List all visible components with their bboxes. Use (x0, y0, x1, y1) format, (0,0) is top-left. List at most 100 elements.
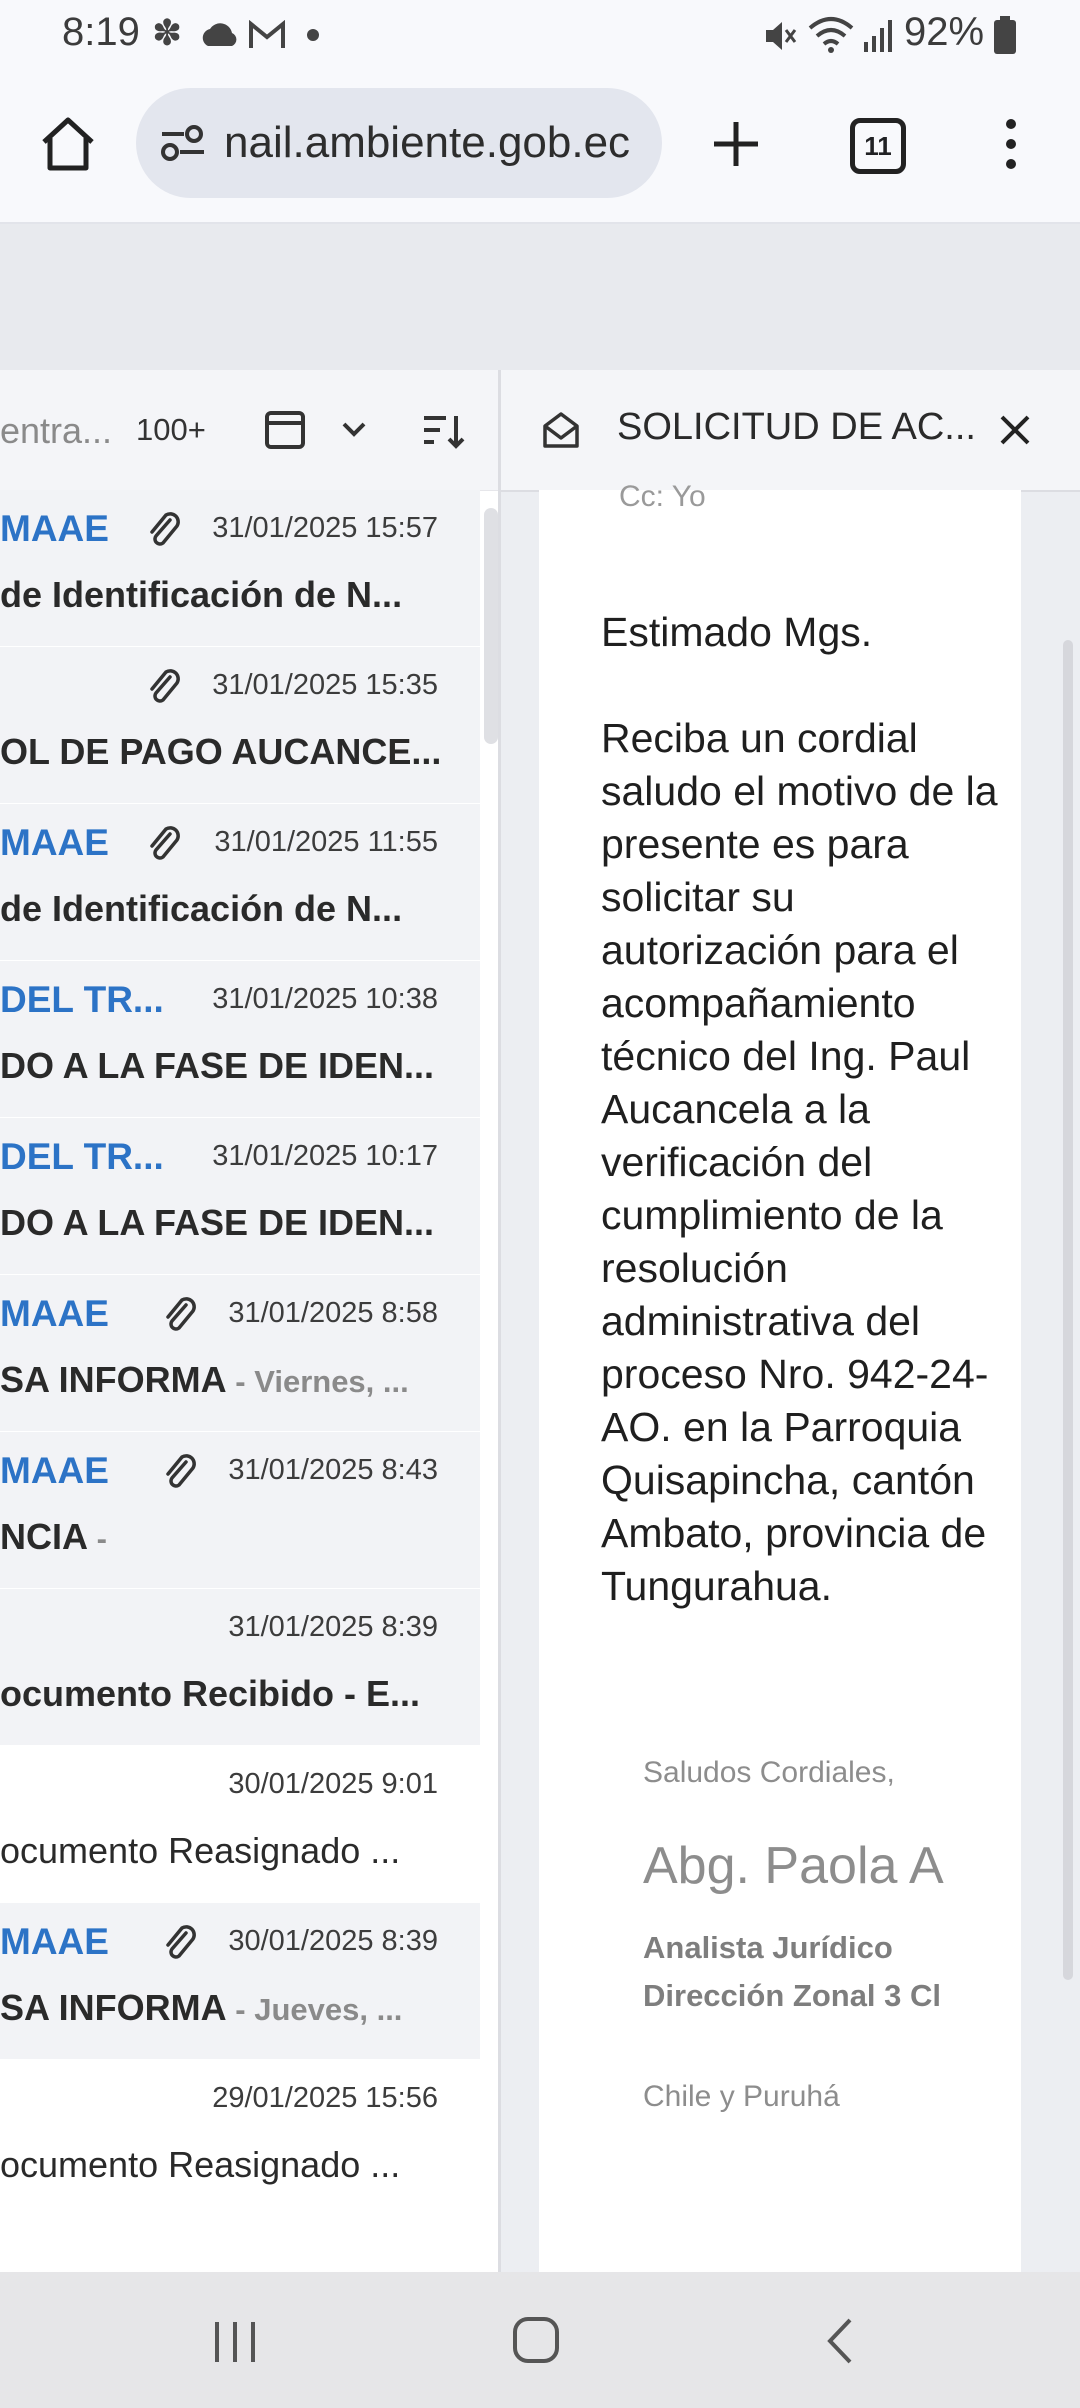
signature-address: Chile y Puruhá (643, 2080, 840, 2113)
chevron-down-icon[interactable] (340, 420, 368, 440)
message-date: 31/01/2025 10:38 (212, 983, 438, 1015)
status-bar: 8:19 ✽ 92% (0, 0, 1080, 72)
message-subject-line: SA INFORMA - Jueves, ... (0, 1987, 402, 2029)
message-sender: DEL TR... (0, 979, 164, 1020)
signature-office: Dirección Zonal 3 Cl (643, 1978, 942, 2013)
message-subject: de Identificación de N... (0, 574, 403, 615)
pinwheel-icon: ✽ (152, 12, 183, 53)
message-row[interactable]: MAAE 31/01/2025 8:43 NCIA - (0, 1432, 480, 1588)
greeting: Estimado Mgs. (601, 609, 873, 655)
list-scrollbar[interactable] (484, 508, 498, 744)
message-sender: MAAE (0, 1293, 109, 1334)
signature: Saludos Cordiales, Abg. Paola A Analista… (643, 1756, 1021, 2114)
message-preview: Jueves, ... (254, 1992, 403, 2027)
message-row[interactable]: 31/01/2025 8:39 ocumento Recibido - E... (0, 1589, 480, 1745)
system-nav-bar (0, 2272, 1080, 2408)
message-row[interactable]: MAAE 31/01/2025 15:57 de Identificación de… (0, 490, 480, 646)
message-subject: ocumento Reasignado ... (0, 1830, 401, 1871)
message-subject-line: SA INFORMA - Viernes, ... (0, 1359, 409, 1401)
message-date: 31/01/2025 15:57 (212, 512, 438, 544)
message-body-card: Cc: Yo Estimado Mgs. Reciba un cordial s… (539, 480, 1021, 2272)
envelope-open-icon[interactable] (541, 410, 581, 450)
message-date: 31/01/2025 8:39 (228, 1611, 438, 1643)
back-icon[interactable] (822, 2316, 856, 2366)
message-subject-line: de Identificación de N... (0, 888, 402, 930)
message-date: 30/01/2025 9:01 (228, 1768, 438, 1800)
reader-scrollbar[interactable] (1063, 640, 1073, 1980)
more-menu-icon[interactable] (998, 116, 1024, 172)
message-subject: OL DE PAGO AUCANCE... (0, 731, 442, 772)
site-settings-icon[interactable] (158, 118, 208, 168)
address-bar[interactable]: nail.ambiente.gob.ec (136, 88, 662, 198)
close-icon[interactable] (997, 412, 1033, 448)
message-row[interactable]: DEL TR... 31/01/2025 10:38 DO A LA FASE DE… (0, 961, 480, 1117)
message-sender: MAAE (0, 508, 109, 549)
message-date: 31/01/2025 8:43 (228, 1454, 438, 1486)
message-row[interactable]: 31/01/2025 15:35 OL DE PAGO AUCANCE... (0, 647, 480, 803)
signal-icon (864, 20, 892, 52)
message-subject-line: ocumento Recibido - E... (0, 1673, 420, 1715)
dot-icon (307, 29, 319, 41)
message-date: 31/01/2025 10:17 (212, 1140, 438, 1172)
message-list-panel: entra... 100+ MAAE 31/01/2025 15:57 de Ide… (0, 370, 498, 2272)
message-subject: SA INFORMA (0, 1359, 227, 1400)
message-title: SOLICITUD DE AC... (617, 406, 976, 448)
message-subject: DO A LA FASE DE IDEN... (0, 1045, 435, 1086)
message-subject: ocumento Recibido - E... (0, 1673, 421, 1714)
url-text: nail.ambiente.gob.ec (224, 118, 631, 167)
attachment-icon (162, 1923, 198, 1963)
cc-line: Cc: Yo (619, 480, 706, 513)
message-body: Estimado Mgs. Reciba un cordial saludo e… (601, 606, 1021, 1613)
signature-role: Analista Jurídico (643, 1930, 893, 1965)
wifi-icon (808, 17, 854, 53)
list-toolbar: entra... 100+ (0, 370, 498, 491)
message-subject: de Identificación de N... (0, 888, 403, 929)
message-date: 30/01/2025 8:39 (228, 1925, 438, 1957)
message-sender: MAAE (0, 1450, 109, 1491)
signature-name: Abg. Paola A (643, 1837, 944, 1895)
cloud-icon (202, 23, 237, 46)
new-tab-icon[interactable] (708, 116, 764, 172)
subject-separator: - (88, 1521, 107, 1556)
message-date: 31/01/2025 15:35 (212, 669, 438, 701)
message-date: 31/01/2025 8:58 (228, 1297, 438, 1329)
view-layout-icon[interactable] (264, 410, 306, 450)
mute-icon (766, 22, 797, 50)
page-banner (0, 224, 1080, 370)
message-subject-line: OL DE PAGO AUCANCE... (0, 731, 441, 773)
message-subject-line: de Identificación de N... (0, 574, 402, 616)
message-sender: MAAE (0, 1921, 109, 1962)
message-subject: DO A LA FASE DE IDEN... (0, 1202, 435, 1243)
reader-header: SOLICITUD DE AC... (501, 370, 1080, 492)
message-preview: Viernes, ... (254, 1364, 409, 1399)
message-subject-line: DO A LA FASE DE IDEN... (0, 1202, 434, 1244)
home-button-icon[interactable] (512, 2316, 560, 2364)
home-icon[interactable] (38, 114, 98, 174)
tab-count: 11 (864, 131, 892, 161)
sort-icon[interactable] (422, 412, 466, 450)
gmail-icon (249, 20, 285, 48)
message-sender: MAAE (0, 822, 109, 863)
message-subject-line: DO A LA FASE DE IDEN... (0, 1045, 434, 1087)
message-row[interactable]: DEL TR... 31/01/2025 10:17 DO A LA FASE DE… (0, 1118, 480, 1274)
message-date: 29/01/2025 15:56 (212, 2082, 438, 2114)
message-date: 31/01/2025 11:55 (214, 826, 438, 858)
folder-label[interactable]: entra... (0, 410, 112, 452)
message-sender: DEL TR... (0, 1136, 164, 1177)
message-row[interactable]: MAAE 30/01/2025 8:39 SA INFORMA - Jueves, … (0, 1903, 480, 2059)
message-subject: ocumento Reasignado ... (0, 2144, 401, 2185)
tab-switcher-icon[interactable]: 11 (850, 118, 906, 174)
message-subject-line: NCIA - (0, 1516, 107, 1558)
message-subject: SA INFORMA (0, 1987, 227, 2028)
attachment-icon (162, 1452, 198, 1492)
recents-icon[interactable] (212, 2320, 258, 2364)
attachment-icon (146, 824, 182, 864)
attachment-icon (146, 667, 182, 707)
message-count: 100+ (136, 412, 206, 447)
message-row[interactable]: MAAE 31/01/2025 8:58 SA INFORMA - Viernes,… (0, 1275, 480, 1431)
message-row[interactable]: 30/01/2025 9:01 ocumento Reasignado ... (0, 1746, 480, 1902)
clock: 8:19 (62, 10, 140, 54)
message-row[interactable]: MAAE 31/01/2025 11:55 de Identificación de… (0, 804, 480, 960)
body-paragraph: Reciba un cordial saludo el motivo de la… (601, 715, 998, 1609)
message-row[interactable]: 29/01/2025 15:56 ocumento Reasignado ... (0, 2060, 480, 2216)
